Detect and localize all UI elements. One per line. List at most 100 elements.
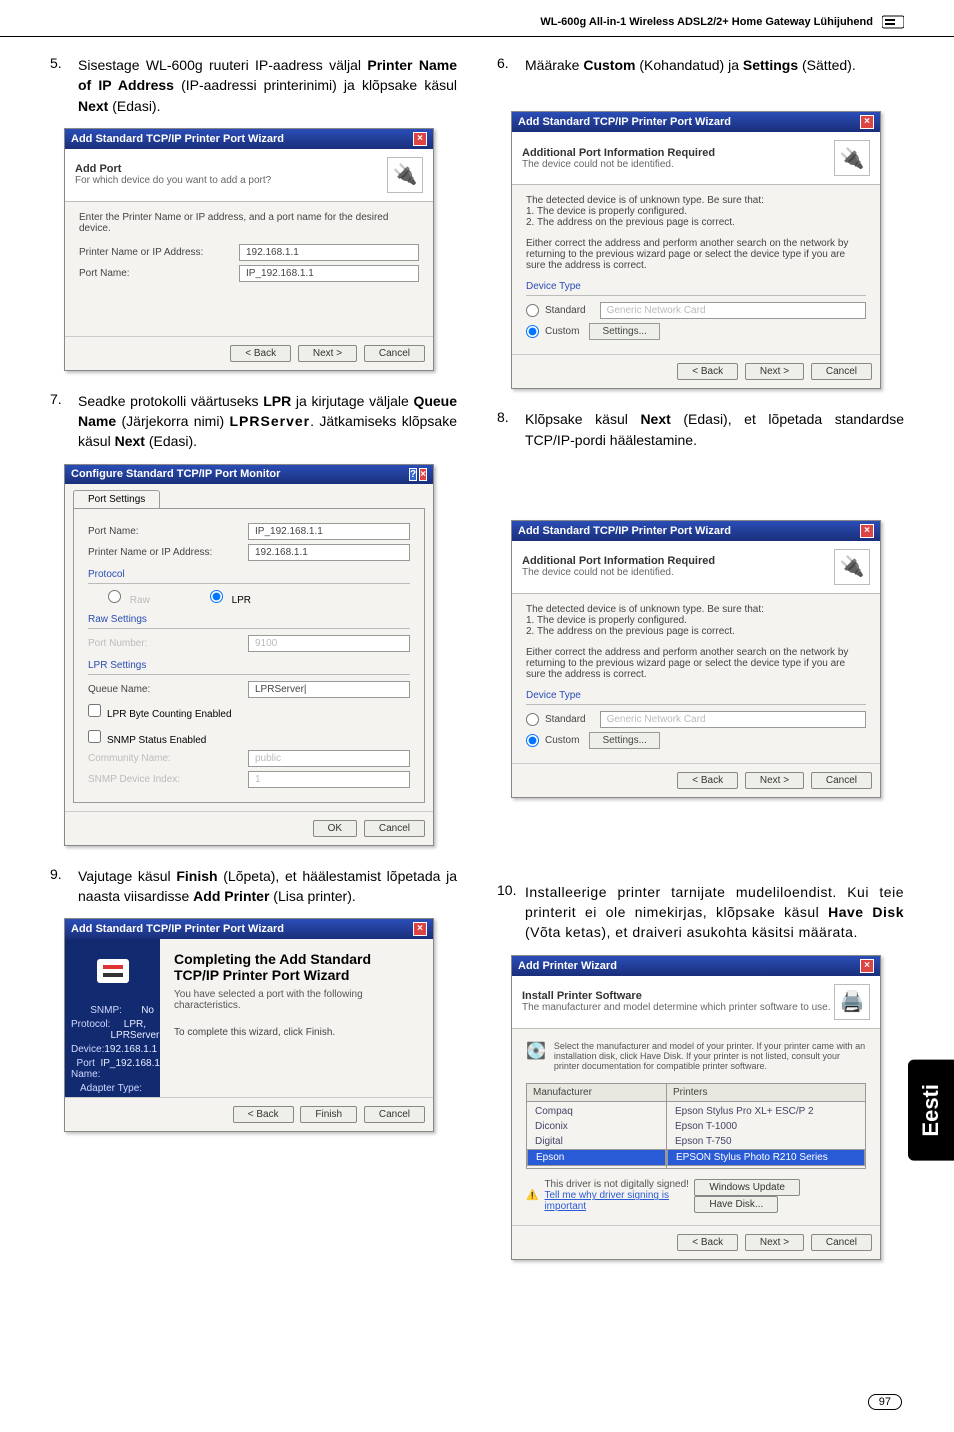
step-5: 5. Sisestage WL-600g ruuteri IP-aadress … [50, 55, 457, 116]
disk-icon: 💽 [526, 1041, 546, 1061]
windows-update-button[interactable]: Windows Update [694, 1179, 800, 1196]
back-button[interactable]: < Back [677, 772, 738, 789]
close-icon[interactable]: × [860, 959, 874, 973]
dialog-desc: Enter the Printer Name or IP address, an… [79, 212, 419, 234]
manufacturer-list[interactable]: Compaq Diconix Digital Epson [527, 1102, 666, 1168]
language-tab: Eesti [908, 1060, 954, 1161]
ip-label: Printer Name or IP Address: [88, 547, 248, 558]
step-8-text: Klõpsake käsul Next (Edasi), et lõpetada… [525, 409, 904, 450]
step-8-num: 8. [497, 409, 525, 450]
help-icon[interactable]: ? [409, 468, 417, 481]
cancel-button[interactable]: Cancel [811, 363, 872, 380]
ip-input[interactable] [239, 244, 419, 261]
cancel-button[interactable]: Cancel [364, 820, 425, 837]
list-item[interactable]: Diconix [527, 1119, 666, 1134]
finish-button[interactable]: Finish [300, 1106, 357, 1123]
close-icon[interactable]: × [413, 132, 427, 146]
raw-port-input [248, 635, 410, 652]
have-disk-button[interactable]: Have Disk... [694, 1196, 778, 1213]
back-button[interactable]: < Back [233, 1106, 294, 1123]
wizard-complete-heading: Completing the Add Standard TCP/IP Print… [174, 951, 419, 983]
header-title: WL-600g All-in-1 Wireless ADSL2/2+ Home … [540, 16, 873, 28]
back-button[interactable]: < Back [677, 363, 738, 380]
dialog-additional-port-info: Add Standard TCP/IP Printer Port Wizard … [511, 111, 881, 389]
printer-list[interactable]: Epson Stylus Pro XL+ ESC/P 2 Epson T-100… [667, 1102, 865, 1168]
step-10: 10. Installeerige printer tarnijate mude… [497, 882, 904, 943]
dialog-additional-port-info-2: Add Standard TCP/IP Printer Port Wizard … [511, 520, 881, 798]
printer-icon: 🖨️ [834, 984, 870, 1020]
portname-input[interactable] [239, 265, 419, 282]
chk-byte-counting[interactable]: LPR Byte Counting Enabled [88, 704, 410, 720]
dialog-completing-wizard: Add Standard TCP/IP Printer Port Wizard … [64, 918, 434, 1132]
section-lpr: LPR Settings [88, 660, 410, 671]
radio-standard[interactable]: Standard Generic Network Card [526, 302, 866, 319]
dialog-title: Add Standard TCP/IP Printer Port Wizard [518, 116, 731, 128]
raw-port-label: Port Number: [88, 638, 248, 649]
col-printers: Printers [667, 1084, 865, 1102]
radio-standard[interactable]: Standard Generic Network Card [526, 711, 866, 728]
list-item[interactable]: Epson T-750 [667, 1134, 865, 1149]
step-6-num: 6. [497, 55, 525, 75]
printer-port-icon: 🔌 [834, 140, 870, 176]
step-10-num: 10. [497, 882, 525, 943]
step-9: 9. Vajutage käsul Finish (Lõpeta), et hä… [50, 866, 457, 907]
close-icon[interactable]: × [860, 115, 874, 129]
dialog-head-title: Additional Port Information Required [522, 147, 715, 159]
settings-button[interactable]: Settings... [589, 732, 659, 749]
chk-snmp[interactable]: SNMP Status Enabled [88, 730, 410, 746]
next-button[interactable]: Next > [745, 1234, 804, 1251]
radio-custom[interactable]: Custom Settings... [526, 323, 866, 340]
section-raw: Raw Settings [88, 614, 410, 625]
wizard-complete-sub: You have selected a port with the follow… [174, 989, 419, 1011]
list-item[interactable]: Epson [527, 1149, 666, 1166]
dialog-title: Add Standard TCP/IP Printer Port Wizard [71, 133, 284, 145]
step-9-text: Vajutage käsul Finish (Lõpeta), et hääle… [78, 866, 457, 907]
dialog-head-sub: For which device do you want to add a po… [75, 175, 271, 186]
close-icon[interactable]: × [419, 468, 427, 481]
step-5-num: 5. [50, 55, 78, 116]
step-7-text: Seadke protokolli väärtuseks LPR ja kirj… [78, 391, 457, 452]
snmp-index-input [248, 771, 410, 788]
next-button[interactable]: Next > [298, 345, 357, 362]
dialog-head-title: Add Port [75, 163, 271, 175]
step-8: 8. Klõpsake käsul Next (Edasi), et lõpet… [497, 409, 904, 450]
page-number: 97 [868, 1394, 902, 1410]
radio-custom[interactable]: Custom Settings... [526, 732, 866, 749]
step-5-text: Sisestage WL-600g ruuteri IP-aadress väl… [78, 55, 457, 116]
list-item[interactable]: EPSON Stylus Photo R210 Series [667, 1149, 865, 1166]
dialog-title: Add Standard TCP/IP Printer Port Wizard [71, 923, 284, 935]
cancel-button[interactable]: Cancel [364, 1106, 425, 1123]
close-icon[interactable]: × [860, 524, 874, 538]
tab-port-settings[interactable]: Port Settings [73, 490, 160, 508]
back-button[interactable]: < Back [230, 345, 291, 362]
settings-button[interactable]: Settings... [589, 323, 659, 340]
queue-input[interactable] [248, 681, 410, 698]
list-item[interactable]: Compaq [527, 1104, 666, 1119]
step-9-num: 9. [50, 866, 78, 907]
snmp-index-label: SNMP Device Index: [88, 774, 248, 785]
portname-input[interactable] [248, 523, 410, 540]
dialog-port-monitor: Configure Standard TCP/IP Port Monitor ?… [64, 464, 434, 846]
step-6: 6. Määrake Custom (Kohandatud) ja Settin… [497, 55, 904, 75]
dialog-head-sub: The manufacturer and model determine whi… [522, 1002, 831, 1013]
cancel-button[interactable]: Cancel [811, 772, 872, 789]
back-button[interactable]: < Back [677, 1234, 738, 1251]
list-item[interactable]: Digital [527, 1134, 666, 1149]
dialog-head-sub: The device could not be identified. [522, 567, 715, 578]
signing-link[interactable]: Tell me why driver signing is important [544, 1190, 690, 1212]
radio-raw[interactable]: Raw [108, 590, 150, 606]
info-text: Select the manufacturer and model of you… [554, 1041, 866, 1071]
cancel-button[interactable]: Cancel [364, 345, 425, 362]
ip-input[interactable] [248, 544, 410, 561]
close-icon[interactable]: × [413, 922, 427, 936]
cancel-button[interactable]: Cancel [811, 1234, 872, 1251]
list-item[interactable]: Epson Stylus Pro XL+ ESC/P 2 [667, 1104, 865, 1119]
list-item[interactable]: Epson T-1000 [667, 1119, 865, 1134]
signed-warning: This driver is not digitally signed! [544, 1179, 690, 1190]
section-protocol: Protocol [88, 569, 410, 580]
next-button[interactable]: Next > [745, 363, 804, 380]
next-button[interactable]: Next > [745, 772, 804, 789]
section-device-type: Device Type [526, 281, 866, 292]
radio-lpr[interactable]: LPR [210, 590, 251, 606]
ok-button[interactable]: OK [313, 820, 357, 837]
